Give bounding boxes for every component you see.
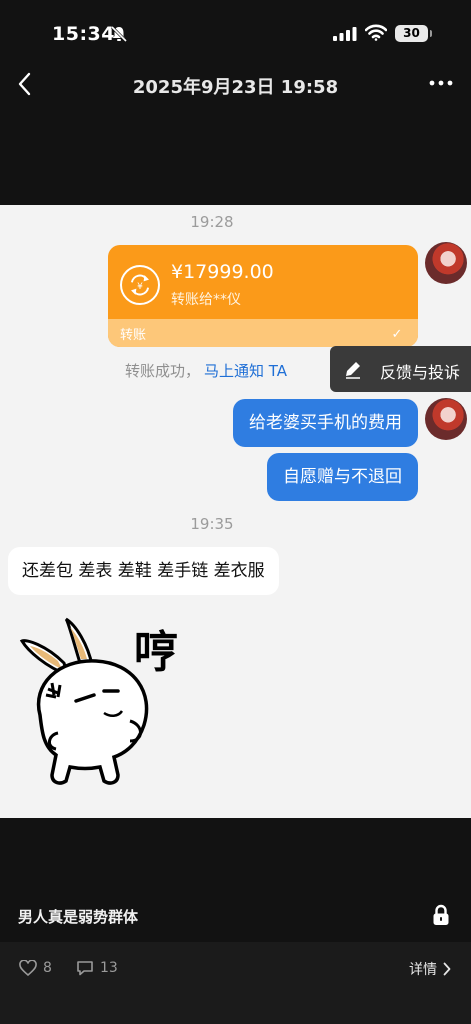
notify-link[interactable]: 马上通知 TA bbox=[204, 362, 287, 380]
wifi-icon bbox=[365, 24, 387, 41]
details-label: 详情 bbox=[409, 962, 437, 978]
chat-screenshot[interactable]: 19:28 ¥ ¥17999.00 转账给**仪 转账 ✓ 转账成功， 马上通知 … bbox=[0, 205, 471, 818]
status-time: 15:34 bbox=[52, 23, 115, 45]
battery-indicator: 30 bbox=[395, 25, 432, 42]
rabbit-sticker-icon[interactable]: 哼 bbox=[18, 615, 188, 790]
alipay-icon: ✓ bbox=[388, 324, 406, 342]
status-bar: 15:34 30 bbox=[0, 0, 471, 62]
avatar bbox=[425, 398, 467, 440]
details-button[interactable]: 详情 bbox=[409, 959, 451, 979]
chat-timestamp: 19:28 bbox=[190, 213, 234, 231]
transfer-label: 转账 bbox=[120, 328, 147, 343]
pencil-icon bbox=[346, 362, 360, 379]
feedback-popup[interactable]: 反馈与投诉 bbox=[330, 346, 471, 392]
transfer-status: 转账成功， 马上通知 TA bbox=[125, 360, 287, 381]
message-bubble[interactable]: 给老婆买手机的费用 bbox=[233, 399, 418, 447]
transfer-status-text: 转账成功， bbox=[125, 362, 201, 380]
heart-icon bbox=[19, 960, 37, 976]
header: 2025年9月23日 19:58 bbox=[0, 62, 471, 106]
avatar bbox=[425, 242, 467, 284]
comment-icon bbox=[77, 961, 93, 976]
like-count: 8 bbox=[43, 960, 52, 976]
chat-timestamp: 19:35 bbox=[190, 515, 234, 533]
transfer-amount: ¥17999.00 bbox=[171, 261, 274, 283]
cellular-signal-icon bbox=[333, 27, 357, 41]
comment-button[interactable]: 13 bbox=[76, 960, 118, 976]
transfer-card[interactable]: ¥ ¥17999.00 转账给**仪 转账 ✓ bbox=[108, 245, 418, 347]
more-icon[interactable] bbox=[428, 78, 454, 88]
chevron-right-icon bbox=[443, 962, 451, 976]
transfer-recipient: 转账给**仪 bbox=[171, 292, 241, 308]
transfer-exchange-icon: ¥ bbox=[120, 265, 160, 305]
action-bar: 8 13 详情 bbox=[0, 942, 471, 1024]
post-caption: 男人真是弱势群体 bbox=[18, 908, 139, 926]
svg-text:¥: ¥ bbox=[137, 282, 143, 292]
transfer-footer: 转账 ✓ bbox=[108, 319, 418, 347]
message-bubble[interactable]: 自愿赠与不退回 bbox=[267, 453, 418, 501]
like-button[interactable]: 8 bbox=[19, 960, 52, 976]
page-title: 2025年9月23日 19:58 bbox=[132, 77, 339, 98]
svg-text:✓: ✓ bbox=[392, 327, 403, 342]
lock-icon[interactable] bbox=[432, 904, 450, 926]
comment-count: 13 bbox=[100, 960, 118, 976]
bell-muted-icon bbox=[110, 25, 128, 43]
reply-bubble[interactable]: 还差包 差表 差鞋 差手链 差衣服 bbox=[8, 547, 279, 595]
feedback-label: 反馈与投诉 bbox=[380, 363, 461, 382]
sticker-text: 哼 bbox=[134, 627, 178, 678]
